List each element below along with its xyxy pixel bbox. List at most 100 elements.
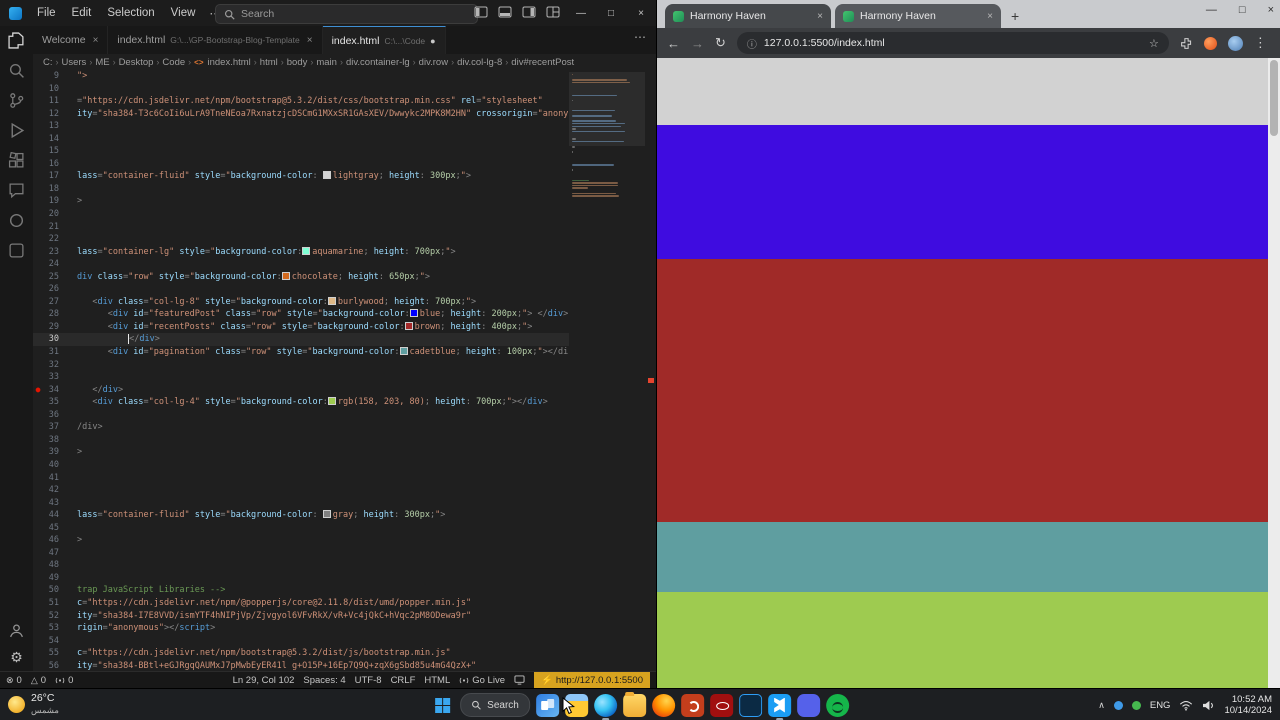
code-line[interactable]: 37/div> [33,421,575,434]
gutter[interactable] [33,183,43,196]
code-line[interactable]: 43 [33,497,575,510]
code-line[interactable]: 9 "> [33,70,575,83]
clock[interactable]: 10:52 AM 10/14/2024 [1224,694,1272,716]
close-button[interactable]: × [626,0,656,26]
chat-extension-icon[interactable] [8,182,25,199]
breadcrumb-item[interactable]: div.row [419,57,448,68]
gutter[interactable] [33,83,43,96]
code-line[interactable]: 50 trap JavaScript Libraries --> [33,584,575,597]
code-line[interactable]: 33 [33,371,575,384]
gutter[interactable] [33,246,43,259]
toggle-secondary-sidebar-icon[interactable] [522,5,536,19]
photoshop-taskbar-icon[interactable] [738,693,762,717]
gutter[interactable] [33,497,43,510]
gutter[interactable] [33,321,43,334]
browser-maximize-button[interactable]: □ [1239,4,1246,16]
code-line[interactable]: 21 [33,221,575,234]
account-icon[interactable] [8,622,25,639]
browser-back-icon[interactable]: ← [667,36,680,51]
language-indicator[interactable]: ENG [1150,700,1171,711]
code-line[interactable]: 31 <div id="pagination" class="row" style… [33,346,575,359]
task-view-taskbar-icon[interactable] [535,693,559,717]
code-line[interactable]: 11 ="https://cdn.jsdelivr.net/npm/bootstr… [33,95,575,108]
code-line[interactable]: 28 <div id="featuredPost" class="row" sty… [33,308,575,321]
start-button[interactable] [431,693,455,717]
code-line[interactable]: 13 [33,120,575,133]
code-line[interactable]: 29 <div id="recentPosts" class="row" styl… [33,321,575,334]
tab-close-icon[interactable]: × [817,11,823,22]
code-line[interactable]: 40 [33,459,575,472]
breadcrumb-item[interactable]: Users [62,57,87,68]
gutter[interactable] [33,283,43,296]
browser-refresh-icon[interactable]: ↻ [715,35,726,51]
minimap-slider[interactable] [569,72,645,146]
status-item[interactable]: CRLF [391,675,416,686]
gutter[interactable] [33,333,43,346]
code-line[interactable]: 36 [33,409,575,422]
extension-ring-icon[interactable] [8,212,25,229]
gutter[interactable] [33,434,43,447]
extensions-puzzle-icon[interactable] [1180,37,1193,50]
status-item[interactable]: Ln 29, Col 102 [233,675,295,686]
maximize-button[interactable]: □ [596,0,626,26]
code-line[interactable]: 54 [33,635,575,648]
menu-view[interactable]: View [164,5,203,21]
gutter[interactable] [33,635,43,648]
gutter[interactable] [33,421,43,434]
status-item[interactable]: HTML [424,675,450,686]
source-control-icon[interactable] [8,92,25,109]
gutter[interactable] [33,195,43,208]
code-line[interactable]: 10 [33,83,575,96]
screencast-icon[interactable] [514,675,525,685]
gutter[interactable] [33,158,43,171]
gutter[interactable] [33,547,43,560]
breadcrumb-item[interactable]: Desktop [119,57,154,68]
go-live-button[interactable]: Go Live [459,675,505,686]
tab-close-icon[interactable]: × [93,35,99,46]
gutter[interactable] [33,120,43,133]
gutter[interactable] [33,559,43,572]
ports-count[interactable]: 0 [55,675,73,686]
breadcrumb-item[interactable]: index.html [207,57,250,68]
browser-forward-icon[interactable]: → [691,36,704,51]
gutter[interactable] [33,308,43,321]
gutter[interactable] [33,622,43,635]
breadcrumb-item[interactable]: main [316,57,337,68]
code-line[interactable]: 20 [33,208,575,221]
gutter[interactable] [33,208,43,221]
gutter[interactable] [33,584,43,597]
extension-badge-icon[interactable] [1203,36,1217,50]
browser-tab[interactable]: Harmony Haven × [665,4,831,28]
site-info-icon[interactable]: ⓘ [747,36,757,51]
code-line[interactable]: 18 [33,183,575,196]
code-line[interactable]: 53 rigin="anonymous"></script> [33,622,575,635]
code-line[interactable]: 26 [33,283,575,296]
gutter[interactable] [33,359,43,372]
edge-taskbar-icon[interactable] [593,693,617,720]
code-line[interactable]: 41 [33,472,575,485]
gutter[interactable] [33,296,43,309]
search-sidebar-icon[interactable] [8,62,25,79]
code-line[interactable]: 12 ity="sha384-T3c6CoIi6uLrA9TneNEoa7Rxna… [33,108,575,121]
code-line[interactable]: 38 [33,434,575,447]
code-line[interactable]: 17 lass="container-fluid" style="backgrou… [33,170,575,183]
code-line[interactable]: 15 [33,145,575,158]
gutter[interactable] [33,108,43,121]
customize-layout-icon[interactable] [546,5,560,19]
code-line[interactable]: 25 div class="row" style="background-colo… [33,271,575,284]
taskbar-search[interactable]: Search [460,693,530,717]
breadcrumb-item[interactable]: C: [43,57,53,68]
toggle-panel-icon[interactable] [498,5,512,19]
gutter[interactable] [33,145,43,158]
spotify-taskbar-icon[interactable] [825,693,849,717]
gutter[interactable] [33,258,43,271]
remote-explorer-icon[interactable] [8,242,25,259]
gutter[interactable] [33,409,43,422]
code-line[interactable]: 23 lass="container-lg" style="background-… [33,246,575,259]
breadcrumb-item[interactable]: div#recentPost [511,57,574,68]
gutter[interactable] [33,133,43,146]
discord-taskbar-icon[interactable] [796,693,820,717]
gutter[interactable] [33,509,43,522]
editor-actions-icon[interactable]: ⋯ [634,26,656,54]
speaker-icon[interactable] [1202,700,1215,711]
